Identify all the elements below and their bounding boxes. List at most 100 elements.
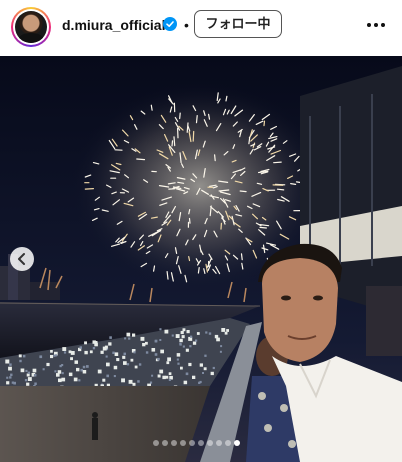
chevron-left-icon — [18, 253, 25, 265]
crowd-figure — [210, 371, 214, 376]
crowd-figure — [154, 339, 158, 343]
crowd-figure — [113, 375, 116, 378]
firework-streak — [188, 256, 191, 262]
crowd-figure — [61, 372, 64, 375]
crowd-figure — [108, 342, 112, 346]
carousel-dot — [153, 440, 159, 446]
crowd-figure — [68, 372, 73, 377]
crowd-figure — [126, 332, 131, 337]
crowd-figure — [162, 375, 166, 380]
firework-streak — [179, 112, 181, 120]
crowd-figure — [97, 369, 102, 374]
crowd-figure — [185, 372, 189, 376]
crowd-figure — [9, 376, 12, 379]
firework-streak — [186, 122, 189, 133]
crowd-figure — [86, 365, 89, 368]
crowd-figure — [183, 380, 188, 385]
crowd-figure — [27, 371, 30, 374]
crowd-figure — [196, 332, 200, 335]
crowd-figure — [186, 330, 190, 334]
crowd-figure — [132, 382, 136, 386]
crowd-figure — [137, 380, 140, 383]
crowd-figure — [154, 353, 158, 356]
crowd-figure — [142, 343, 146, 347]
firework-streak — [136, 158, 146, 161]
crowd-figure — [100, 350, 104, 354]
crowd-figure — [190, 335, 193, 338]
crowd-figure — [176, 358, 179, 361]
crowd-figure — [116, 358, 120, 362]
crowd-figure — [171, 334, 174, 337]
crowd-figure — [24, 379, 28, 382]
crowd-figure — [130, 358, 134, 362]
crowd-figure — [102, 378, 106, 382]
crowd-figure — [157, 374, 161, 378]
crowd-figure — [145, 351, 149, 354]
firework-streak — [240, 253, 243, 261]
carousel-dot — [225, 440, 231, 446]
crowd-figure — [164, 329, 169, 334]
crowd-figure — [113, 365, 118, 370]
crowd-figure — [160, 349, 164, 354]
firework-streak — [192, 130, 195, 142]
crowd-figure — [188, 362, 192, 367]
crowd-figure — [168, 378, 171, 381]
crowd-figure — [205, 331, 208, 334]
carousel-prev-button[interactable] — [10, 247, 34, 271]
crowd-figure — [26, 373, 30, 377]
crowd-figure — [105, 355, 108, 358]
crowd-figure — [138, 363, 142, 366]
carousel-indicator — [153, 440, 240, 448]
crowd-figure — [102, 346, 107, 351]
firework-streak — [276, 188, 285, 191]
crowd-figure — [159, 328, 162, 331]
crowd-figure — [74, 360, 78, 364]
crowd-figure — [132, 333, 136, 337]
crowd-figure — [26, 382, 30, 386]
crowd-figure — [9, 363, 12, 366]
following-button[interactable]: フォロー中 — [194, 10, 282, 38]
crowd-figure — [46, 362, 50, 367]
carousel-dot — [216, 440, 222, 446]
crowd-figure — [33, 374, 37, 377]
firework-streak — [239, 190, 247, 193]
crowd-figure — [84, 341, 87, 345]
more-horizontal-icon[interactable] — [364, 13, 388, 37]
crowd-figure — [134, 365, 138, 369]
crowd-figure — [180, 330, 184, 335]
verified-badge-icon — [163, 17, 177, 31]
firework-streak — [259, 226, 267, 229]
crowd-figure — [202, 372, 204, 374]
crowd-figure — [226, 329, 229, 332]
post-photo[interactable] — [0, 56, 402, 462]
crowd-figure — [151, 374, 154, 377]
crowd-figure — [159, 339, 162, 341]
crowd-figure — [78, 379, 81, 382]
crowd-figure — [73, 377, 78, 382]
crowd-figure — [133, 351, 136, 354]
crowd-figure — [199, 363, 203, 367]
crowd-figure — [124, 337, 127, 340]
crowd-figure — [181, 335, 185, 339]
crowd-figure — [112, 351, 115, 354]
crowd-figure — [126, 363, 130, 366]
crowd-figure — [165, 375, 169, 379]
crowd-figure — [166, 361, 170, 365]
carousel-dot — [171, 440, 177, 446]
story-ring[interactable] — [11, 7, 51, 47]
crowd-figure — [11, 381, 14, 384]
crowd-figure — [80, 368, 83, 372]
avatar[interactable] — [15, 11, 47, 43]
username[interactable]: d.miura_official — [62, 15, 165, 35]
crowd-figure — [23, 355, 26, 358]
crowd-figure — [34, 382, 37, 385]
crowd-figure — [20, 368, 25, 373]
crowd-figure — [123, 361, 127, 365]
firework-streak — [197, 267, 200, 274]
crowd-figure — [106, 362, 110, 367]
crowd-figure — [182, 328, 186, 332]
crowd-figure — [208, 332, 212, 335]
firework-streak — [263, 120, 266, 127]
crowd-figure — [214, 334, 219, 339]
crowd-figure — [180, 366, 183, 370]
